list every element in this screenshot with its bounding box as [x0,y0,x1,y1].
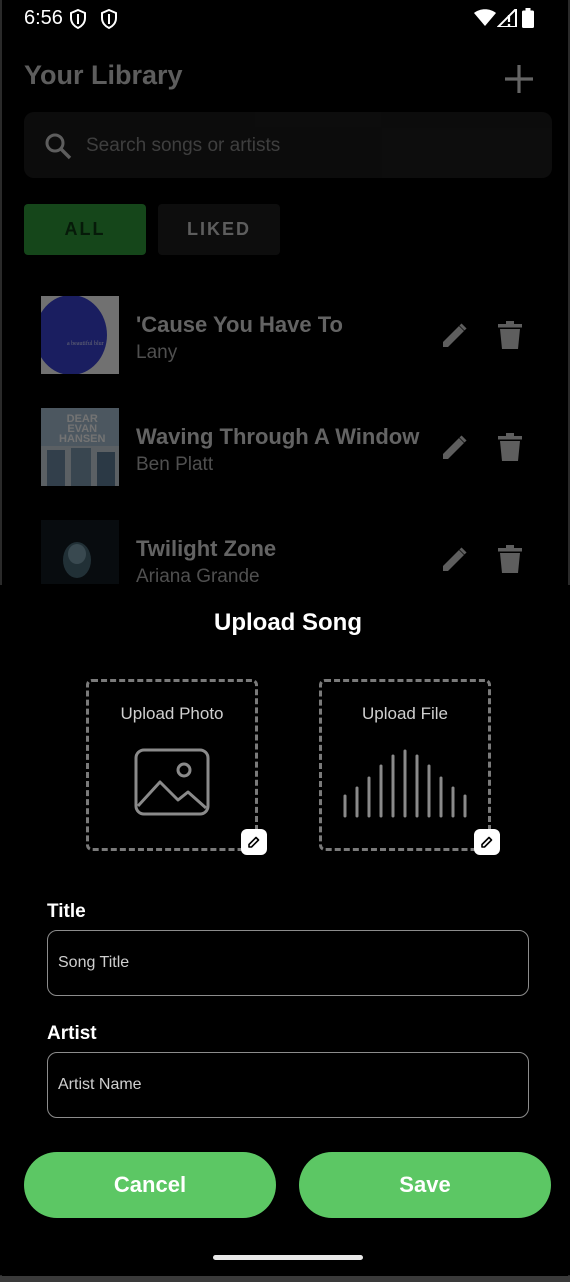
album-text: HANSEN [59,433,106,445]
edit-file-button[interactable] [474,829,500,855]
status-time: 6:56 [24,7,63,29]
signal-icon [497,9,517,27]
image-icon [134,748,210,816]
shield-icon [101,9,117,29]
filter-all[interactable]: ALL [24,204,146,255]
song-artist: Ben Platt [136,454,214,475]
artist-label: Artist [47,1023,97,1044]
title-field[interactable] [47,930,529,996]
song-title: Waving Through A Window [136,424,420,449]
save-button[interactable]: Save [299,1152,551,1218]
upload-title: Upload Song [214,609,362,636]
title-label: Title [47,901,86,922]
pencil-icon [248,836,260,848]
cancel-button[interactable]: Cancel [24,1152,276,1218]
wifi-icon [474,9,496,26]
edit-icon[interactable] [440,546,468,574]
upload-file-label: Upload File [362,704,448,723]
delete-icon[interactable] [498,321,522,349]
album-art: a beautiful blur [41,296,119,374]
album-cover-ariana [41,520,119,584]
song-title: 'Cause You Have To [136,312,343,337]
delete-icon[interactable] [498,433,522,461]
pencil-icon [481,836,493,848]
battery-icon [522,8,534,28]
bottom-edge [0,1276,570,1282]
library-title: Your Library [24,60,183,90]
search-icon [45,133,72,160]
artist-input[interactable] [48,1053,528,1117]
waveform-icon [343,749,467,818]
album-cover-lany [41,296,119,374]
edit-photo-button[interactable] [241,829,267,855]
album-text: a beautiful blur [67,341,104,347]
upload-photo-box[interactable]: Upload Photo [86,679,258,851]
upload-photo-label: Upload Photo [120,704,224,723]
song-row[interactable]: a beautiful blur 'Cause You Have To Lany [0,296,570,376]
search-input[interactable]: Search songs or artists [86,135,280,157]
shield-icon [70,9,86,29]
album-art [41,520,119,584]
song-row[interactable]: DEAR EVAN HANSEN Waving Through A Window… [0,408,570,488]
title-input[interactable] [48,931,528,995]
song-artist: Lany [136,342,178,363]
artist-field[interactable] [47,1052,529,1118]
filter-liked[interactable]: LIKED [158,204,280,255]
album-art: DEAR EVAN HANSEN [41,408,119,486]
song-title: Twilight Zone [136,536,277,561]
edit-icon[interactable] [440,322,468,350]
upload-file-box[interactable]: Upload File [319,679,491,851]
plus-icon[interactable] [500,60,538,98]
edit-icon[interactable] [440,434,468,462]
delete-icon[interactable] [498,545,522,573]
home-indicator[interactable] [213,1255,363,1260]
